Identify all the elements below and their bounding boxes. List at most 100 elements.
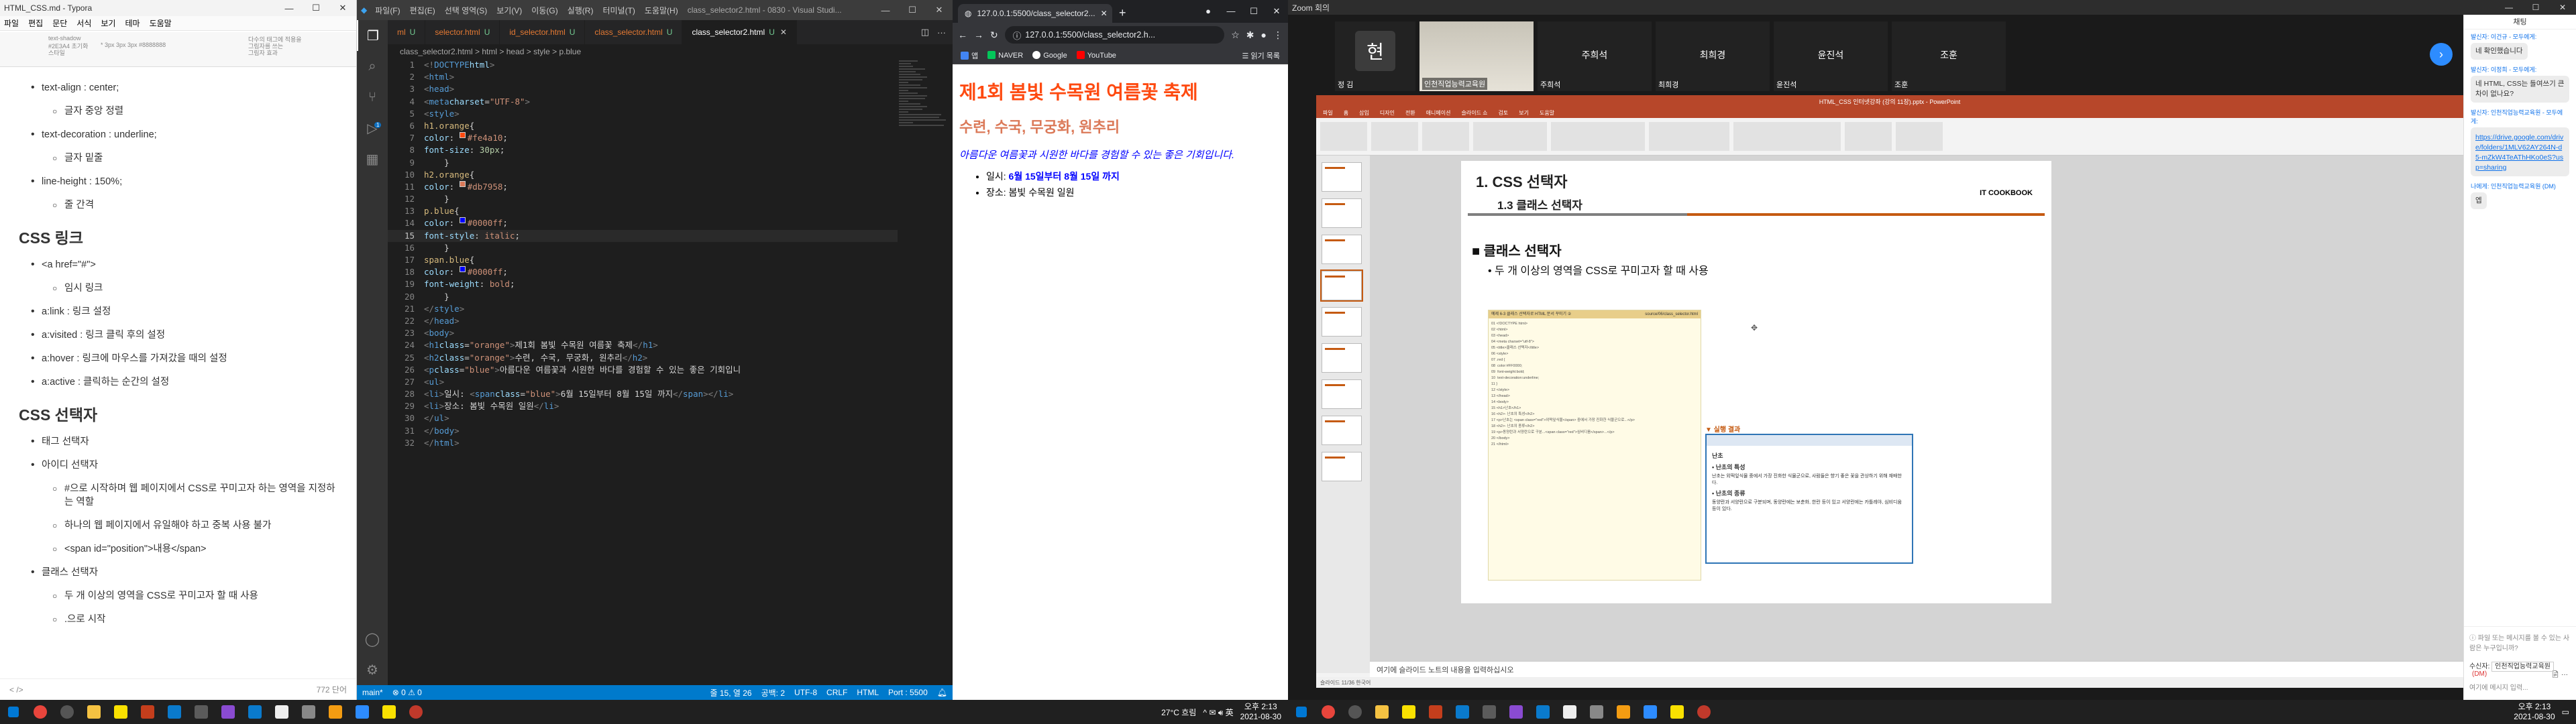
slide-thumbnail[interactable] bbox=[1322, 235, 1362, 264]
taskbar-explorer-icon[interactable] bbox=[1368, 700, 1395, 724]
menu-item[interactable]: 실행(R) bbox=[568, 5, 594, 16]
taskbar-app-icon[interactable] bbox=[1664, 700, 1690, 724]
taskbar-typora-icon[interactable] bbox=[268, 700, 295, 724]
explorer-icon[interactable]: ❐ bbox=[357, 20, 388, 51]
close-icon[interactable]: ✕ bbox=[329, 3, 356, 13]
taskbar-vscode-icon[interactable] bbox=[241, 700, 268, 724]
ribbon-tab[interactable]: 검토 bbox=[1499, 109, 1509, 117]
breadcrumb[interactable]: class_selector2.html > html > head > sty… bbox=[388, 44, 953, 59]
participant-video-tile[interactable]: 인천직업능력교육원 bbox=[1419, 21, 1534, 91]
reload-icon[interactable]: ↻ bbox=[990, 29, 998, 41]
taskbar-app-icon[interactable] bbox=[295, 700, 322, 724]
ribbon-tab[interactable]: 애니메이션 bbox=[1426, 109, 1451, 117]
menu-view[interactable]: 보기 bbox=[101, 17, 115, 29]
participant-tile[interactable]: 조훈 조훈 bbox=[1892, 21, 2006, 91]
taskbar-chrome-icon[interactable] bbox=[1315, 700, 1342, 724]
slide-thumbnail[interactable] bbox=[1322, 416, 1362, 445]
taskbar-vs-icon[interactable] bbox=[215, 700, 241, 724]
maximize-icon[interactable]: ☐ bbox=[303, 3, 329, 13]
close-icon[interactable]: ✕ bbox=[1265, 6, 1288, 17]
problems-status[interactable]: ⊗ 0 ⚠ 0 bbox=[392, 688, 422, 697]
language-status[interactable]: HTML bbox=[857, 688, 879, 697]
slide-thumbnail[interactable] bbox=[1322, 162, 1362, 192]
menu-edit[interactable]: 편집 bbox=[28, 17, 43, 29]
gear-icon[interactable]: ⚙ bbox=[357, 654, 388, 685]
bookmark-naver[interactable]: NAVER bbox=[987, 51, 1023, 60]
run-debug-icon[interactable]: ▷ bbox=[357, 113, 388, 143]
slide-thumbnail[interactable] bbox=[1322, 307, 1362, 337]
message-link[interactable]: https://drive.google.com/drive/folders/1… bbox=[2475, 133, 2565, 173]
back-icon[interactable]: ← bbox=[958, 29, 967, 40]
tab[interactable]: id_selector.html U bbox=[500, 20, 586, 44]
minimize-icon[interactable]: — bbox=[2496, 3, 2522, 12]
maximize-icon[interactable]: ☐ bbox=[1242, 6, 1265, 17]
branch-status[interactable]: main* bbox=[362, 688, 383, 697]
close-icon[interactable]: ✕ bbox=[926, 5, 953, 15]
cursor-position[interactable]: 줄 15, 열 26 bbox=[710, 687, 751, 699]
address-bar[interactable]: ⓘ 127.0.0.1:5500/class_selector2.h... bbox=[1004, 26, 1225, 44]
slide-thumbnail-selected[interactable] bbox=[1320, 269, 1363, 302]
taskbar-app-icon[interactable] bbox=[402, 700, 429, 724]
menu-item[interactable]: 도움말(H) bbox=[645, 5, 678, 16]
close-tab-icon[interactable]: ✕ bbox=[780, 27, 787, 37]
start-button[interactable] bbox=[1288, 700, 1315, 724]
visibility-hint[interactable]: ⓘ 파일 또는 메시지를 볼 수 있는 사람은 누구입니까? bbox=[2469, 632, 2571, 652]
taskbar-vscode-icon[interactable] bbox=[161, 700, 188, 724]
menu-item[interactable]: 선택 영역(S) bbox=[445, 5, 488, 16]
tray-icons[interactable]: ^ ✉ 🔊︎ 英 bbox=[1203, 707, 1233, 718]
word-count[interactable]: 772 단어 bbox=[317, 684, 347, 695]
ribbon-tab[interactable]: 파일 bbox=[1323, 109, 1333, 117]
chat-input[interactable]: 여기에 메시지 입력... bbox=[2469, 682, 2571, 692]
minimize-icon[interactable]: — bbox=[1220, 6, 1242, 17]
taskbar-search-icon[interactable] bbox=[1342, 700, 1368, 724]
taskbar-powerpoint-icon[interactable] bbox=[134, 700, 161, 724]
slide[interactable]: 1. CSS 선택자 1.3 클래스 선택자 IT COOKBOOK ■ 클래스… bbox=[1461, 161, 2051, 603]
notification-icon[interactable]: ▭ bbox=[2562, 707, 2569, 717]
more-icon[interactable]: ··· bbox=[937, 27, 946, 38]
reading-list[interactable]: ☰ 읽기 목록 bbox=[1242, 50, 1280, 61]
browser-tab[interactable]: ◍ 127.0.0.1:5500/class_selector2... ✕ bbox=[958, 4, 1112, 23]
slide-thumbnail[interactable] bbox=[1322, 379, 1362, 409]
ribbon-tab[interactable]: 슬라이드 쇼 bbox=[1461, 109, 1487, 117]
taskbar-chrome-icon[interactable] bbox=[27, 700, 54, 724]
search-icon[interactable]: ⌕ bbox=[357, 51, 388, 82]
taskbar-explorer-icon[interactable] bbox=[80, 700, 107, 724]
next-page-button[interactable]: › bbox=[2430, 43, 2453, 66]
live-server-status[interactable]: Port : 5500 bbox=[888, 688, 928, 697]
bookmark-google[interactable]: Google bbox=[1032, 51, 1067, 60]
taskbar-app-icon[interactable] bbox=[376, 700, 402, 724]
menu-theme[interactable]: 테마 bbox=[125, 17, 140, 29]
eol-status[interactable]: CRLF bbox=[826, 688, 847, 697]
recipient-select[interactable]: 인천직업능력교육원 bbox=[2491, 662, 2554, 672]
taskbar-app-icon[interactable] bbox=[1583, 700, 1610, 724]
taskbar-app-icon[interactable] bbox=[322, 700, 349, 724]
close-icon[interactable]: ✕ bbox=[2549, 3, 2576, 12]
ribbon-tab[interactable]: 홈 bbox=[1344, 109, 1348, 117]
taskbar-zoom-icon[interactable] bbox=[1637, 700, 1664, 724]
participant-tile[interactable]: 현 정 김 bbox=[1335, 21, 1415, 91]
taskbar-zoom-icon[interactable] bbox=[349, 700, 376, 724]
bookmark-youtube[interactable]: YouTube bbox=[1076, 51, 1116, 60]
menu-item[interactable]: 편집(E) bbox=[410, 5, 435, 16]
weather-widget[interactable]: 27°C 흐림 bbox=[1161, 707, 1196, 718]
typora-document[interactable]: text-align : center; 글자 중앙 정렬 text-decorat… bbox=[0, 67, 356, 678]
menu-paragraph[interactable]: 문단 bbox=[52, 17, 67, 29]
menu-help[interactable]: 도움말 bbox=[150, 17, 172, 29]
menu-icon[interactable]: ⋮ bbox=[1273, 29, 1283, 41]
ribbon-tab[interactable]: 디자인 bbox=[1380, 109, 1395, 117]
clock[interactable]: 오후 2:13 2021-08-30 bbox=[1240, 702, 1281, 722]
bell-icon[interactable]: 🔔︎ bbox=[937, 688, 947, 697]
taskbar-app-icon[interactable] bbox=[1610, 700, 1637, 724]
participant-tile[interactable]: 윤진석 윤진석 bbox=[1774, 21, 1888, 91]
menu-file[interactable]: 파일 bbox=[4, 17, 19, 29]
extensions-icon[interactable]: ▦ bbox=[357, 143, 388, 174]
taskbar-powerpoint-icon[interactable] bbox=[1422, 700, 1449, 724]
slide-thumbnail[interactable] bbox=[1322, 343, 1362, 373]
close-tab-icon[interactable]: ✕ bbox=[1101, 9, 1108, 18]
taskbar-kakao-icon[interactable] bbox=[107, 700, 134, 724]
bookmark-apps[interactable]: 앱 bbox=[961, 50, 978, 61]
new-tab-button[interactable]: + bbox=[1112, 6, 1133, 23]
encoding-status[interactable]: UTF-8 bbox=[794, 688, 817, 697]
tab-active[interactable]: class_selector2.html U ✕ bbox=[682, 20, 797, 44]
forward-icon[interactable]: → bbox=[974, 29, 983, 40]
